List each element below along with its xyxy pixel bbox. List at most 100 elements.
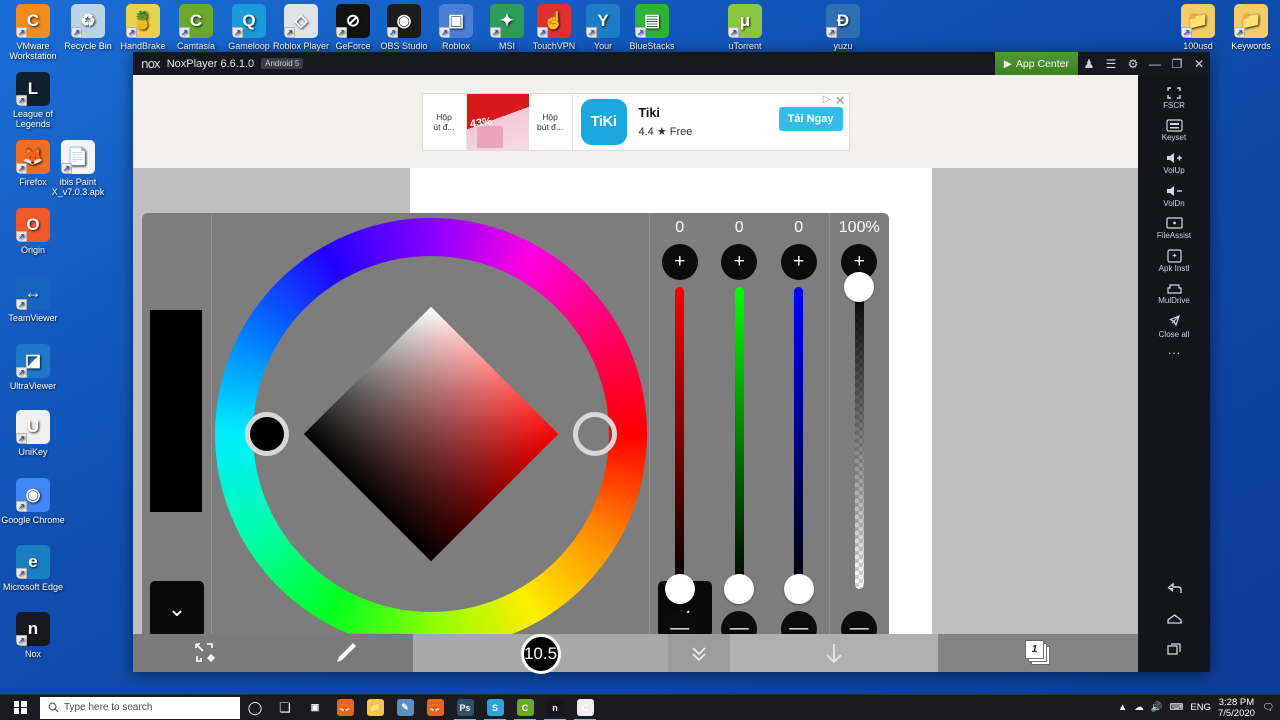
desktop-icon-teamviewer-icon[interactable]: ↔ ↗ TeamViewer	[0, 276, 66, 323]
ad-close-icon[interactable]: ✕	[835, 93, 846, 109]
shortcut-arrow-icon: ↗	[16, 27, 27, 38]
alpha-knob[interactable]	[844, 272, 875, 302]
shortcut-arrow-icon: ↗	[439, 27, 450, 38]
android-recents-button[interactable]	[1138, 634, 1210, 664]
ad-choices-icon[interactable]: ▷	[823, 94, 831, 105]
onedrive-icon[interactable]: ☁	[1134, 702, 1144, 713]
sidebar-item-fileassist[interactable]: FileAssist	[1138, 210, 1210, 242]
volume-icon[interactable]: 🔊	[1151, 702, 1163, 713]
shortcut-arrow-icon: ↗	[387, 27, 398, 38]
sidebar-item-apkinstl[interactable]: ✦ Apk Instl	[1138, 242, 1210, 275]
sidebar-item-more[interactable]: ···	[1138, 341, 1210, 363]
desktop-icon-apk-file-icon[interactable]: 📄 ↗ ibis Paint X_v7.0.3.apk	[45, 140, 111, 197]
close-icon[interactable]: ✕	[1188, 52, 1210, 75]
taskbar-app-tool-icon[interactable]: ✎	[390, 695, 420, 720]
sidebar-item-closeall[interactable]: Close all	[1138, 307, 1210, 341]
current-color-marker[interactable]	[244, 412, 289, 456]
desktop-icon-nox-icon[interactable]: n ↗ Nox	[0, 612, 66, 659]
cortana-icon[interactable]: ◯	[240, 695, 270, 720]
taskbar-search-box[interactable]: Type here to search	[40, 696, 240, 719]
desktop-icon-edge-icon[interactable]: e ↗ Microsoft Edge	[0, 545, 66, 592]
start-button[interactable]	[0, 695, 40, 720]
taskbar-clock[interactable]: 3:28 PM 7/5/2020	[1218, 697, 1255, 719]
hue-ring[interactable]	[214, 218, 647, 650]
app-center-button[interactable]: ▶ App Center	[994, 52, 1078, 75]
palette-swatch-secondary[interactable]	[150, 411, 202, 512]
alpha-track[interactable]	[844, 272, 875, 589]
taskbar-app-snagit-icon[interactable]: S	[480, 695, 510, 720]
notification-center-icon[interactable]: 🗨	[1262, 702, 1274, 713]
shortcut-arrow-icon: ↗	[179, 27, 190, 38]
taskbar-app-firefox-icon[interactable]: 🦊	[420, 695, 450, 720]
brush-tool-icon	[336, 643, 356, 662]
ad-banner[interactable]: Hộp út đ... 43% Hộp bút đ... TiKi Tiki 4…	[421, 92, 850, 151]
desktop-icon-folder-icon[interactable]: 📁 ↗ Keywords	[1218, 4, 1280, 51]
taskbar-app-nox-icon[interactable]: n	[540, 695, 570, 720]
brush-tool-button[interactable]	[278, 634, 413, 672]
ad-install-button[interactable]: Tải Ngay	[778, 106, 843, 131]
color-wheel-area[interactable]: ⌄	[212, 213, 712, 655]
desktop-icon-label: Origin	[20, 245, 45, 255]
android-back-button[interactable]	[1138, 574, 1210, 604]
palette-swatch-primary[interactable]	[150, 310, 202, 411]
taskbar-app-camtasia-editor-icon[interactable]: C	[570, 695, 600, 720]
roblox-player-icon: ◇ ↗	[284, 4, 318, 38]
android-version-badge: Android 5	[261, 58, 304, 69]
task-view-icon[interactable]: ❏	[270, 695, 300, 720]
sidebar-item-voldn[interactable]: VolDn	[1138, 177, 1210, 210]
windows-logo-icon	[13, 701, 27, 714]
collapse-panel-button[interactable]	[668, 634, 730, 672]
window-title: NoxPlayer 6.6.1.0	[166, 57, 255, 70]
multi-drive-icon	[1166, 284, 1182, 294]
tray-chevron-icon[interactable]: ▲	[1118, 702, 1127, 713]
your-phone-icon: Y ↗	[586, 4, 620, 38]
transform-tool-button[interactable]	[133, 634, 278, 672]
shirt-icon[interactable]: ♟	[1078, 52, 1100, 75]
desktop-icon-chrome-icon[interactable]: ◉ ↗ Google Chrome	[0, 478, 66, 525]
taskbar-app-photoshop-icon[interactable]: Ps	[450, 695, 480, 720]
keyboard-icon[interactable]: ⌨	[1170, 702, 1184, 713]
play-icon: ▶	[1003, 57, 1012, 70]
blue-increment-button[interactable]: +	[780, 244, 817, 280]
nox-icon: n	[546, 699, 564, 716]
sidebar-item-muldrive[interactable]: MulDrive	[1138, 275, 1210, 307]
desktop-icon-yuzu-icon[interactable]: Ɖ ↗ yuzu	[810, 4, 876, 51]
desktop-icon-bluestacks-icon[interactable]: ▤ ↗ BlueStacks	[619, 4, 685, 51]
brush-size-button[interactable]: 10.5	[413, 634, 668, 674]
red-increment-button[interactable]: +	[661, 244, 698, 280]
desktop-icon-utorrent-icon[interactable]: μ ↗ uTorrent	[712, 4, 778, 51]
red-track[interactable]	[664, 287, 695, 604]
language-indicator[interactable]: ENG	[1190, 702, 1211, 713]
maximize-icon[interactable]: ❐	[1166, 52, 1188, 75]
desktop-icon-ultraviewer-icon[interactable]: ◪ ↗ UltraViewer	[0, 344, 66, 391]
green-knob[interactable]	[724, 574, 755, 604]
nox-icon: n ↗	[16, 612, 50, 646]
layers-button[interactable]: 1	[938, 634, 1138, 672]
gear-icon[interactable]: ⚙	[1122, 52, 1144, 75]
edge-icon: e ↗	[16, 545, 50, 579]
taskbar-app-file-explorer-icon[interactable]: 📁	[360, 695, 390, 720]
menu-icon[interactable]: ☰	[1100, 52, 1122, 75]
sidebar-item-keyset[interactable]: Keyset	[1138, 112, 1210, 144]
taskbar-app-store-icon[interactable]: ▣	[300, 695, 330, 720]
green-increment-button[interactable]: +	[721, 244, 758, 280]
download-button[interactable]	[730, 634, 938, 672]
palette-expand-button[interactable]: ⌄	[150, 581, 204, 637]
taskbar-app-camtasia-icon[interactable]: C	[510, 695, 540, 720]
desktop-icon-origin-icon[interactable]: O ↗ Origin	[0, 208, 66, 255]
hue-marker[interactable]	[572, 412, 617, 456]
desktop-icon-unikey-icon[interactable]: U ↗ UniKey	[0, 410, 66, 457]
taskbar-app-firefox-icon[interactable]: 🦊	[330, 695, 360, 720]
green-track[interactable]	[724, 287, 755, 604]
blue-track[interactable]	[783, 287, 814, 604]
saturation-value-diamond[interactable]	[303, 306, 558, 562]
desktop-icon-label: Microsoft Edge	[2, 582, 64, 592]
sidebar-item-fscr[interactable]: FSCR	[1138, 81, 1210, 112]
blue-knob[interactable]	[783, 574, 814, 604]
android-home-button[interactable]	[1138, 604, 1210, 634]
desktop-icon-label: Keywords	[1231, 41, 1271, 51]
minimize-icon[interactable]: —	[1144, 52, 1166, 75]
sidebar-item-volup[interactable]: VolUp	[1138, 144, 1210, 177]
desktop-icon-league-of-legends-icon[interactable]: L ↗ League of Legends	[0, 72, 66, 129]
red-knob[interactable]	[664, 574, 695, 604]
